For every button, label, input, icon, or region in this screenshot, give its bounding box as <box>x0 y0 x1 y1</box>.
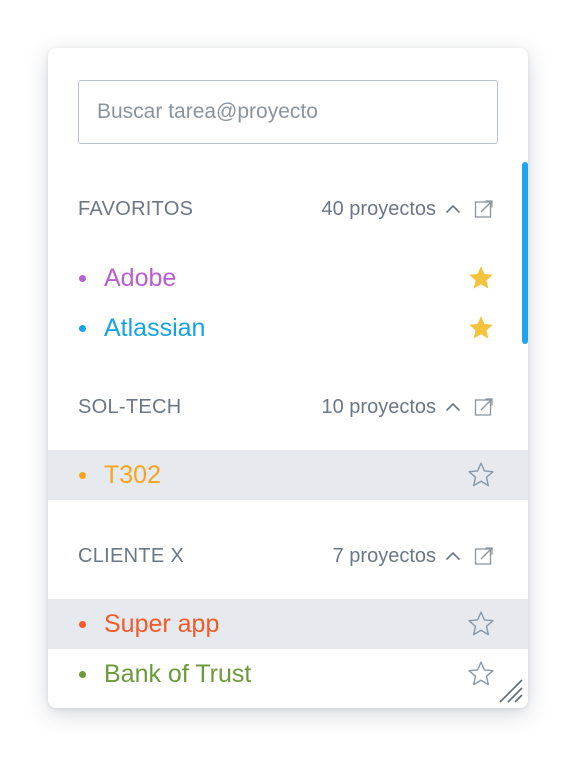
section-title: SOL-TECH <box>78 395 182 418</box>
list-item-atlassian[interactable]: Atlassian <box>48 303 528 353</box>
section-title: CLIENTE X <box>78 544 185 567</box>
project-color-dot <box>79 670 86 678</box>
star-outline-icon[interactable] <box>467 461 495 489</box>
project-label: Bank of Trust <box>104 659 252 688</box>
search-input[interactable] <box>78 80 498 144</box>
section-count: 40 proyectos <box>321 197 436 220</box>
section-title: FAVORITOS <box>78 197 194 220</box>
resize-handle-icon[interactable] <box>496 676 524 704</box>
project-picker-panel: FAVORITOS 40 proyectos Adobe Atlassian S… <box>48 48 528 708</box>
chevron-up-icon[interactable] <box>444 547 462 565</box>
project-label: Adobe <box>104 263 177 292</box>
star-outline-icon[interactable] <box>467 610 495 638</box>
section-header-cliente-x: CLIENTE X 7 proyectos <box>78 536 494 576</box>
project-color-dot <box>79 274 86 282</box>
project-label: Atlassian <box>104 313 206 342</box>
list-item-adobe[interactable]: Adobe <box>48 253 528 303</box>
external-link-icon[interactable] <box>474 397 494 417</box>
project-label: Super app <box>104 609 220 638</box>
star-filled-icon[interactable] <box>467 264 495 292</box>
section-header-sol-tech: SOL-TECH 10 proyectos <box>78 387 494 427</box>
list-item-bank-of-trust[interactable]: Bank of Trust <box>48 649 528 699</box>
project-color-dot <box>79 471 86 479</box>
external-link-icon[interactable] <box>474 199 494 219</box>
chevron-up-icon[interactable] <box>444 200 462 218</box>
project-color-dot <box>79 324 86 332</box>
project-color-dot <box>79 620 86 628</box>
list-item-super-app[interactable]: Super app <box>48 599 528 649</box>
external-link-icon[interactable] <box>474 546 494 566</box>
project-label: T302 <box>104 460 161 489</box>
section-count: 7 proyectos <box>332 544 436 567</box>
section-count: 10 proyectos <box>321 395 436 418</box>
star-filled-icon[interactable] <box>467 314 495 342</box>
star-outline-icon[interactable] <box>467 660 495 688</box>
list-item-t302[interactable]: T302 <box>48 450 528 500</box>
chevron-up-icon[interactable] <box>444 398 462 416</box>
section-header-favoritos: FAVORITOS 40 proyectos <box>78 189 494 229</box>
